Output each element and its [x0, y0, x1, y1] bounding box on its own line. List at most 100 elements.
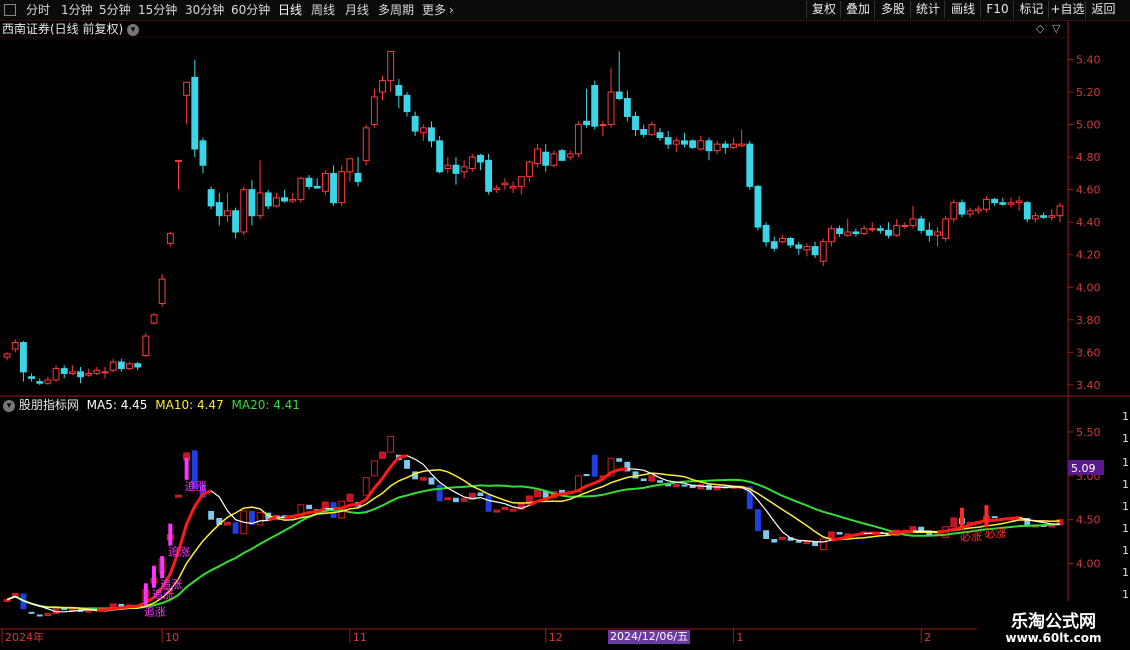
candle-body-105	[860, 228, 868, 235]
signal-bar-5	[959, 507, 964, 530]
toolbar-button-2[interactable]: 多股	[874, 1, 911, 18]
chevron-down-icon[interactable]: ▾	[3, 399, 15, 412]
ind-box-60	[493, 509, 501, 513]
ind-box-100	[819, 538, 827, 551]
chevron-down-icon[interactable]: ▾	[127, 23, 140, 36]
candle-body-35	[289, 198, 297, 202]
candle-body-2	[19, 342, 27, 373]
signal-label-3: 追涨	[168, 545, 190, 559]
candle-body-79	[648, 124, 656, 135]
candle-body-16	[134, 363, 142, 368]
tab-5[interactable]: 60分钟	[231, 2, 270, 18]
toolbar-button-0[interactable]: 复权	[806, 1, 841, 18]
candle-body-102	[836, 228, 843, 235]
ind-box-55	[453, 497, 459, 503]
signal-bar-2	[160, 556, 165, 579]
candle-body-13	[109, 361, 117, 371]
x-tick-label-5: 2	[924, 631, 931, 644]
candle-body-54	[444, 164, 452, 170]
x-tick-label-1: 10	[165, 631, 179, 644]
candle-body-121	[991, 198, 999, 204]
ind-box-92	[755, 509, 761, 532]
x-tick-label-2: 11	[353, 631, 367, 644]
tab-9[interactable]: 多周期	[378, 2, 414, 18]
candle-body-80	[656, 132, 664, 139]
candle-body-103	[844, 231, 852, 236]
tab-7[interactable]: 周线	[311, 2, 335, 18]
candle-body-30	[248, 189, 256, 217]
toolbar-button-5[interactable]: F10	[980, 1, 1014, 18]
candle-body-117	[958, 202, 966, 215]
candle-body-19	[158, 278, 166, 305]
candle-body-22	[183, 81, 191, 96]
candle-body-104	[852, 231, 860, 235]
ind-box-59	[485, 495, 492, 512]
candle-body-62	[509, 185, 517, 189]
ind-box-116	[950, 517, 958, 528]
price-tick-label-0: 5.40	[1076, 54, 1101, 67]
candle-body-67	[550, 153, 558, 166]
layout-icon[interactable]	[4, 4, 16, 16]
candle-body-98	[803, 246, 811, 251]
tab-10[interactable]: 更多	[422, 2, 446, 18]
candle-body-113	[925, 229, 933, 236]
side-label-8: 1	[1122, 588, 1129, 601]
tab-2[interactable]: 5分钟	[99, 2, 131, 18]
toolbar-button-7[interactable]: +自选	[1048, 1, 1086, 18]
candle-body-60	[493, 187, 501, 191]
toolbar-button-1[interactable]: 叠加	[840, 1, 875, 18]
tab-3[interactable]: 15分钟	[138, 2, 177, 18]
ind-box-83	[681, 484, 688, 487]
toolbar-button-8[interactable]: 返回	[1085, 1, 1121, 18]
candle-body-55	[452, 164, 460, 174]
candle-body-86	[705, 140, 713, 152]
candle-body-20	[166, 233, 174, 244]
x-tick-label-4: 1	[736, 631, 743, 644]
candle-body-120	[983, 198, 990, 210]
diamond-icon[interactable]: ◇	[1036, 21, 1044, 37]
candle-body-31	[256, 192, 264, 217]
tab-1[interactable]: 1分钟	[61, 2, 93, 18]
ind-box-62	[509, 508, 517, 512]
indicator-name: 股朋指标网	[18, 398, 79, 412]
candle-body-8	[68, 371, 76, 374]
chevron-right-icon[interactable]: ›	[449, 2, 454, 18]
chart-area[interactable]: 追涨追涨追涨追涨追涨必涨 必涨 5.405.205.004.804.604.404…	[0, 0, 1130, 650]
candle-body-63	[517, 176, 525, 187]
chevron-down-icon[interactable]: ▽	[1052, 21, 1060, 37]
candle-body-97	[795, 244, 803, 249]
tab-6[interactable]: 日线	[278, 2, 302, 18]
side-label-7: 1	[1122, 566, 1129, 579]
candle-body-73	[599, 124, 607, 127]
side-label-2: 1	[1122, 456, 1129, 469]
candle-body-40	[330, 172, 337, 204]
price-panel-title: 西南证券(日线 前复权) ▾	[2, 21, 140, 37]
x-tick-label-3: 12	[549, 631, 563, 644]
toolbar-button-4[interactable]: 画线	[944, 1, 981, 18]
ind-box-95	[778, 536, 786, 540]
candle-body-36	[297, 177, 305, 200]
candle-body-3	[28, 376, 36, 379]
candle-body-118	[966, 210, 974, 215]
tab-0[interactable]: 分时	[26, 2, 50, 18]
ind-box-102	[836, 531, 843, 535]
candle-body-58	[477, 154, 484, 163]
candle-body-74	[607, 91, 615, 126]
tab-8[interactable]: 月线	[345, 2, 369, 18]
ind-box-77	[632, 471, 639, 479]
tab-4[interactable]: 30分钟	[185, 2, 224, 18]
candle-body-95	[778, 237, 786, 243]
candle-body-45	[370, 96, 378, 126]
toolbar-button-6[interactable]: 标记	[1013, 1, 1049, 18]
price-tick-label-10: 3.40	[1076, 379, 1101, 392]
toolbar-button-3[interactable]: 统计	[910, 1, 945, 18]
ind-box-82	[672, 484, 680, 488]
candle-body-122	[999, 202, 1007, 205]
candle-body-59	[485, 159, 493, 192]
candle-body-108	[885, 229, 892, 236]
candle-body-32	[264, 192, 272, 207]
ind-tick-label-2: 4.50	[1076, 514, 1101, 527]
ma20-label: MA20: 4.41	[231, 398, 300, 412]
ind-box-37	[306, 504, 312, 510]
side-label-4: 1	[1122, 500, 1129, 513]
